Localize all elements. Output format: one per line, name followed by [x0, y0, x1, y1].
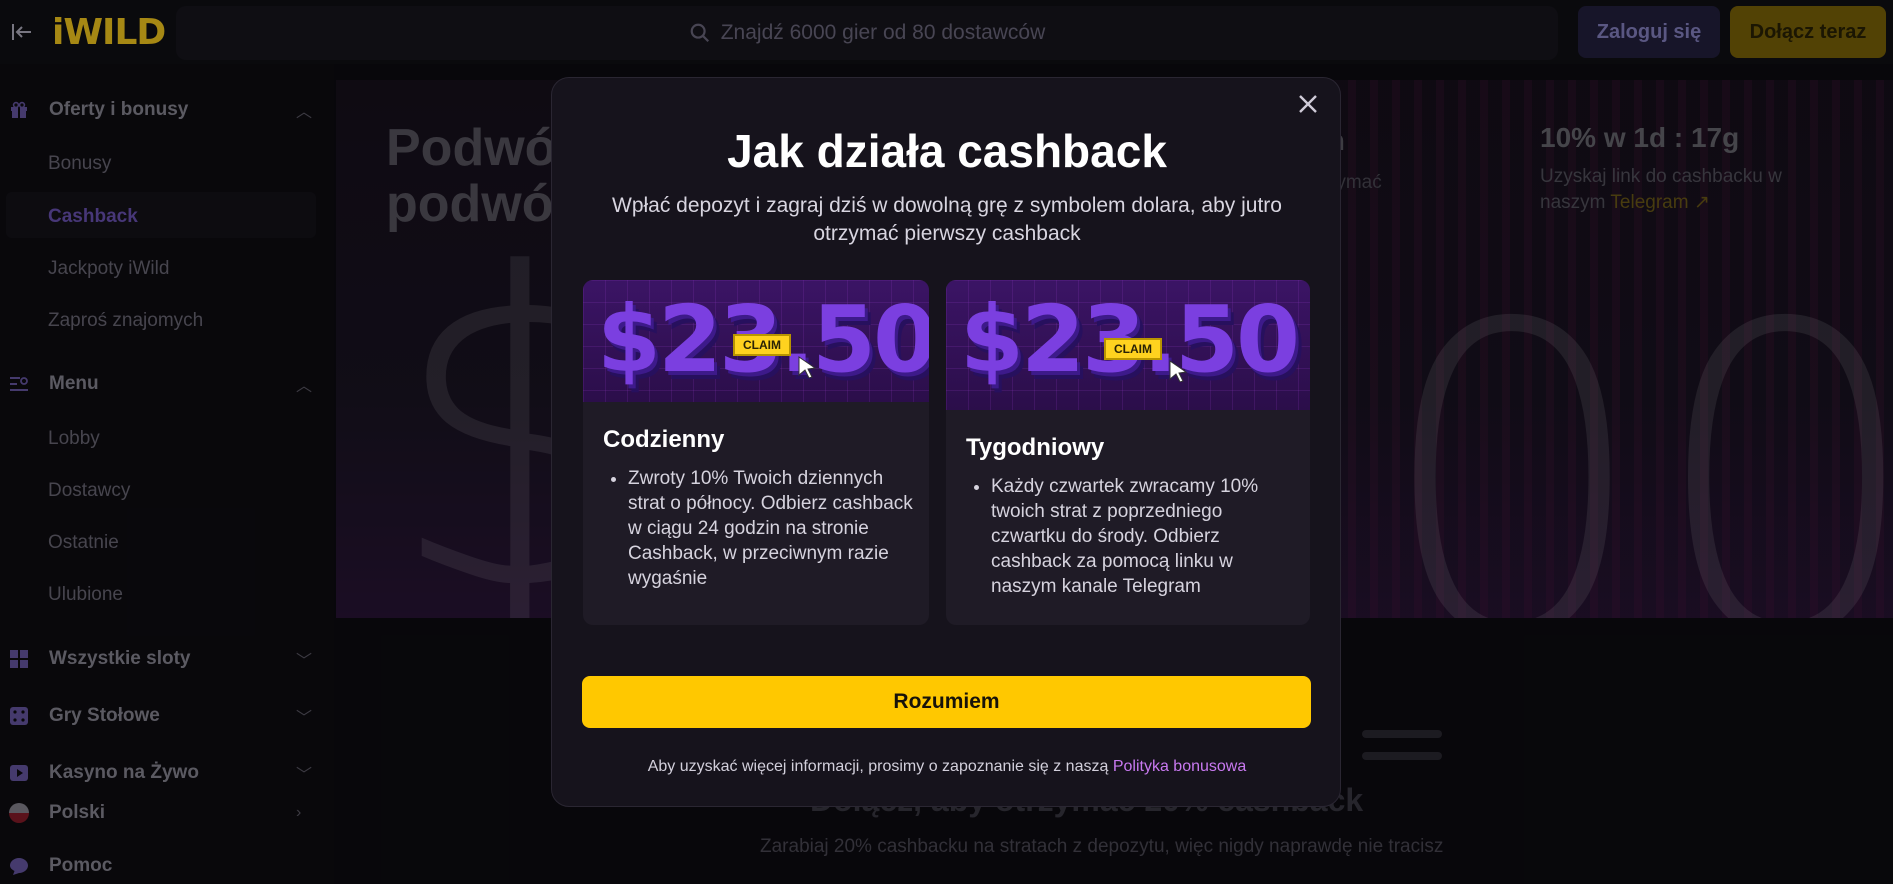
page: iWILD Znajdź 6000 gier od 80 dostawców Z…: [0, 0, 1893, 884]
footnote-text: Aby uzyskać więcej informacji, prosimy o…: [647, 758, 1109, 775]
modal-footnote: Aby uzyskać więcej informacji, prosimy o…: [552, 758, 1342, 776]
card-detail-item: Zwroty 10% Twoich dziennych strat o półn…: [628, 466, 923, 591]
cursor-icon: [1169, 360, 1188, 382]
card-illustration: $23.50 CLAIM: [946, 280, 1310, 410]
card-details-list: Każdy czwartek zwracamy 10% twoich strat…: [966, 474, 1286, 599]
modal-description: Wpłać depozyt i zagraj dziś w dowolną gr…: [612, 194, 1282, 245]
claim-badge: CLAIM: [733, 334, 791, 356]
understand-button[interactable]: Rozumiem: [582, 676, 1311, 728]
modal-title: Jak działa cashback: [727, 125, 1167, 177]
card-title: Tygodniowy: [966, 434, 1105, 461]
cursor-icon: [798, 356, 817, 378]
card-detail-item: Każdy czwartek zwracamy 10% twoich strat…: [991, 474, 1286, 599]
close-button[interactable]: [1294, 92, 1322, 120]
close-icon: [1299, 95, 1317, 113]
bonus-policy-link[interactable]: Polityka bonusowa: [1113, 758, 1246, 775]
cashback-info-modal: Jak działa cashback Wpłać depozyt i zagr…: [551, 77, 1341, 807]
claim-badge: CLAIM: [1104, 338, 1162, 360]
card-title: Codzienny: [603, 426, 725, 453]
card-details-list: Zwroty 10% Twoich dziennych strat o półn…: [603, 466, 923, 591]
weekly-cashback-card: $23.50 CLAIM Tygodniowy Każdy czwartek z…: [946, 280, 1310, 625]
daily-cashback-card: $23.50 CLAIM Codzienny Zwroty 10% Twoich…: [583, 280, 929, 625]
card-illustration: $23.50 CLAIM: [583, 280, 929, 402]
